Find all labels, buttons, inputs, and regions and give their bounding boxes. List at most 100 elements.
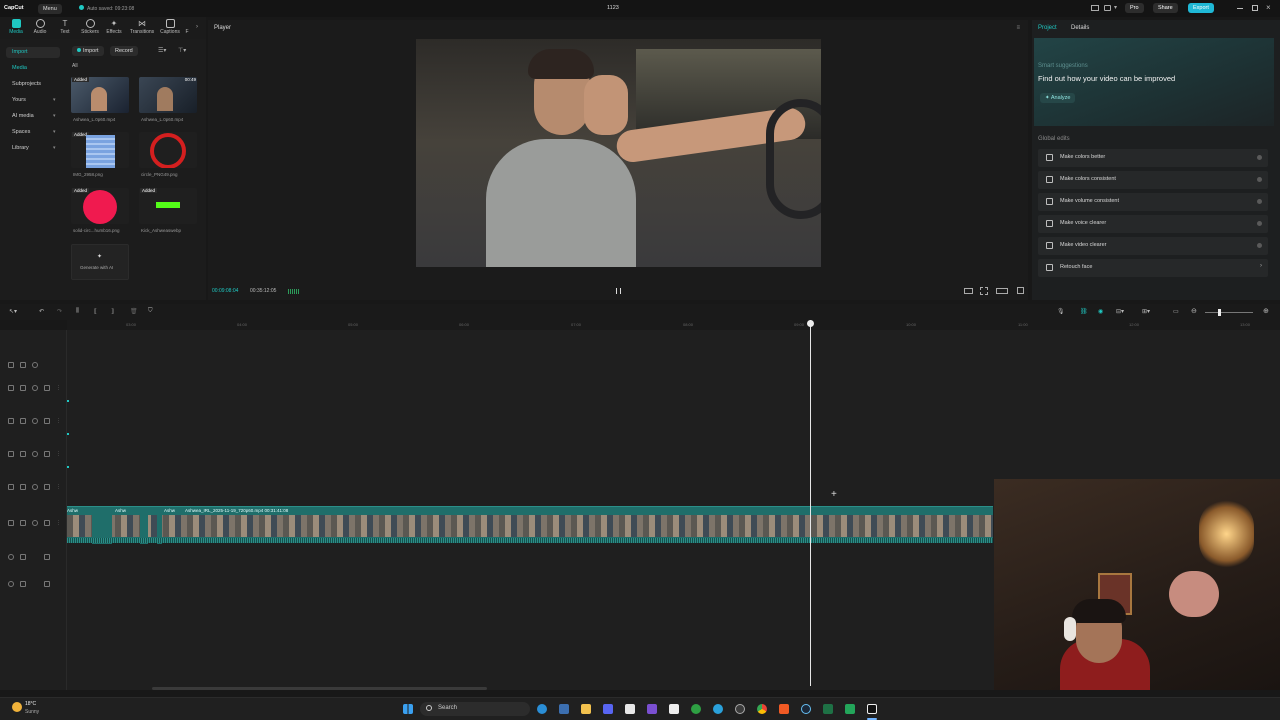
layout-dropdown-icon[interactable]: ▾ [1114, 4, 1117, 11]
eye-icon[interactable] [32, 418, 38, 424]
sidebar-item-import[interactable]: Import [6, 47, 60, 58]
tab-project[interactable]: Project [1038, 25, 1057, 31]
zoom-slider[interactable] [1205, 312, 1253, 313]
record-button[interactable]: Record [110, 46, 138, 56]
playhead[interactable] [810, 320, 811, 686]
delete-icon[interactable]: 🗑 [130, 308, 138, 315]
zoom-out-icon[interactable]: ⊖ [1191, 307, 1197, 315]
more-icon[interactable]: ⋮ [56, 451, 62, 457]
fullscreen-icon[interactable] [1017, 287, 1024, 294]
brave-icon[interactable] [779, 704, 789, 714]
ratio-icon[interactable] [996, 288, 1008, 294]
fit-icon[interactable] [980, 287, 988, 295]
eye-icon[interactable] [32, 385, 38, 391]
lock-icon[interactable] [20, 418, 26, 424]
audio-icon[interactable] [44, 520, 50, 526]
edit-colors-better[interactable]: Make colors better [1038, 149, 1268, 167]
project-title[interactable]: 1123 [607, 5, 619, 11]
edit-volume-consistent[interactable]: Make volume consistent [1038, 193, 1268, 211]
audio-icon[interactable] [44, 451, 50, 457]
import-button[interactable]: Import [72, 46, 104, 56]
more-icon[interactable]: ⋮ [56, 484, 62, 490]
undo-icon[interactable]: ↶ [39, 308, 44, 315]
analyze-button[interactable]: ✦ Analyze [1040, 93, 1076, 103]
zoom-slider-handle[interactable] [1218, 309, 1221, 316]
media-thumb[interactable]: 00:49 [139, 77, 197, 113]
expand-toolbar-icon[interactable]: › [196, 24, 198, 30]
media-thumb[interactable]: Added [71, 132, 129, 168]
sidebar-item-yours[interactable]: Yours [6, 95, 60, 106]
sidebar-item-spaces[interactable]: Spaces [6, 127, 60, 138]
filter-all[interactable]: All [72, 63, 78, 69]
sidebar-item-ai-media[interactable]: AI media [6, 111, 60, 122]
redo-icon[interactable]: ↷ [57, 308, 62, 315]
github-icon[interactable] [735, 704, 745, 714]
split-left-icon[interactable]: ⟦ [94, 308, 97, 315]
lock-icon[interactable] [20, 554, 26, 560]
filter-icon[interactable]: ⊤▾ [178, 47, 186, 54]
tab-details[interactable]: Details [1071, 25, 1089, 31]
tab-effects[interactable]: ✦ Effects [102, 19, 126, 35]
edge-icon[interactable] [537, 704, 547, 714]
tab-audio[interactable]: Audio [28, 19, 52, 35]
maximize-icon[interactable] [1252, 5, 1258, 11]
steam-icon[interactable] [801, 704, 811, 714]
discord-icon[interactable] [603, 704, 613, 714]
eye-icon[interactable] [32, 520, 38, 526]
chrome-icon[interactable] [757, 704, 767, 714]
edit-colors-consistent[interactable]: Make colors consistent [1038, 171, 1268, 189]
edit-retouch-face[interactable]: Retouch face › [1038, 259, 1268, 277]
lock-icon[interactable] [20, 362, 26, 368]
magnet-icon[interactable]: ◉ [1098, 308, 1103, 315]
sidebar-item-media[interactable]: Media [6, 63, 60, 74]
zoom-in-icon[interactable]: ⊕ [1263, 307, 1269, 315]
safe-area-icon[interactable] [964, 288, 973, 294]
export-button[interactable]: Export [1188, 3, 1214, 13]
capcut-active-icon[interactable] [867, 704, 877, 714]
tab-media[interactable]: Media [4, 19, 28, 35]
media-thumb[interactable]: Added [71, 77, 129, 113]
sidebar-item-subprojects[interactable]: Subprojects [6, 79, 60, 90]
eye-icon[interactable] [32, 484, 38, 490]
split-right-icon[interactable]: ⟧ [111, 308, 114, 315]
microphone-icon[interactable]: 🎙 [1057, 308, 1065, 315]
generate-ai-button[interactable]: ✦ Generate with AI [71, 244, 129, 280]
select-tool-icon[interactable]: ↖▾ [9, 308, 17, 315]
media-thumb[interactable]: Added [71, 188, 129, 224]
settings-icon[interactable] [1104, 5, 1111, 11]
more-icon[interactable]: ⋮ [56, 385, 62, 391]
app-icon[interactable] [845, 704, 855, 714]
pro-button[interactable]: Pro [1125, 3, 1144, 13]
more-icon[interactable]: ⋮ [56, 520, 62, 526]
close-icon[interactable]: × [1266, 3, 1271, 12]
crop-icon[interactable]: ⊞▾ [1142, 308, 1150, 315]
tab-text[interactable]: T Text [53, 19, 77, 35]
eye-icon[interactable] [32, 451, 38, 457]
lock-icon[interactable] [20, 484, 26, 490]
audio-icon[interactable] [44, 385, 50, 391]
sort-icon[interactable]: ☰▾ [158, 47, 166, 54]
xbox-icon[interactable] [691, 704, 701, 714]
preview-axis-icon[interactable]: ⊟▾ [1116, 308, 1124, 315]
more-icon[interactable]: ⋮ [56, 418, 62, 424]
video-preview[interactable] [416, 39, 821, 267]
media-thumb[interactable]: Added [139, 188, 197, 224]
edit-voice-clearer[interactable]: Make voice clearer [1038, 215, 1268, 233]
tab-captions[interactable]: Captions [158, 19, 182, 35]
split-icon[interactable]: ⫼ [76, 308, 79, 315]
playhead-handle[interactable] [807, 320, 814, 327]
player-menu-icon[interactable]: ≡ [1016, 25, 1020, 31]
sidebar-item-library[interactable]: Library [6, 143, 60, 154]
capcut-taskbar-icon[interactable] [669, 704, 679, 714]
pause-icon[interactable] [616, 288, 621, 294]
timeline-scrollbar[interactable] [152, 687, 487, 690]
lock-icon[interactable] [20, 385, 26, 391]
audio-icon[interactable] [44, 418, 50, 424]
tab-more[interactable]: F [182, 19, 192, 35]
media-thumb[interactable] [139, 132, 197, 168]
tab-stickers[interactable]: Stickers [78, 19, 102, 35]
link-icon[interactable]: ⛓ [1080, 308, 1088, 315]
eye-icon[interactable] [32, 362, 38, 368]
mail-icon[interactable] [559, 704, 569, 714]
minimize-icon[interactable] [1237, 8, 1243, 9]
